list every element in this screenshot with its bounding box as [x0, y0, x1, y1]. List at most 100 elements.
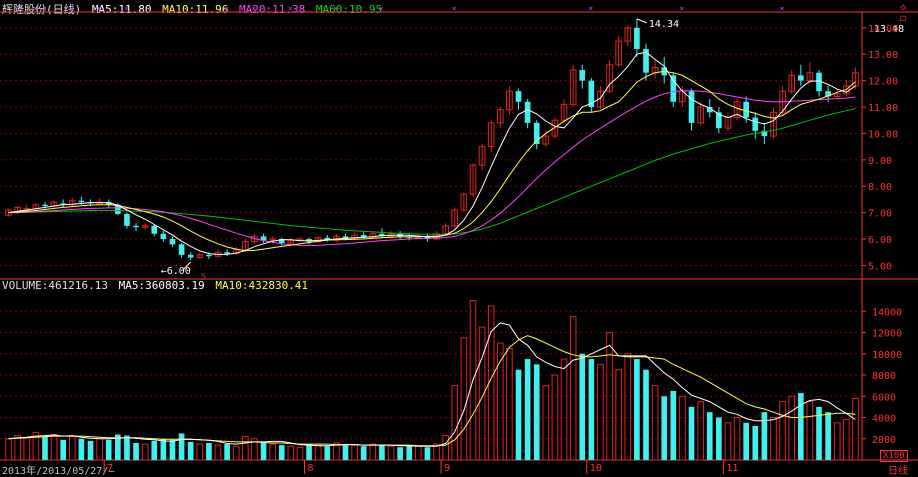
- volume-bar-up: [833, 422, 841, 461]
- event-marker: ×: [679, 4, 684, 13]
- event-marker: ×: [780, 4, 785, 13]
- volume-bar-down: [670, 390, 677, 460]
- candle-body-down: [524, 101, 531, 123]
- volume-tick-label: 10000: [872, 350, 902, 361]
- event-marker: ×: [15, 4, 20, 13]
- volume-bar-up: [96, 437, 103, 461]
- price-tick-label: 7.00: [868, 209, 892, 220]
- volume-bar-up: [214, 444, 222, 461]
- candle-body-down: [42, 204, 48, 207]
- volume-bar-up: [369, 443, 377, 461]
- volume-bar-up: [624, 353, 632, 461]
- volume-bar-down: [324, 446, 331, 460]
- volume-bar-down: [206, 443, 212, 460]
- volume-bar-down: [661, 396, 668, 460]
- volume-bar-down: [424, 447, 431, 460]
- volume-bar-down: [752, 426, 759, 460]
- volume-bar-up: [451, 385, 459, 461]
- volume-bar-up: [724, 422, 732, 461]
- candle-body-down: [634, 27, 640, 49]
- volume-bar-up: [141, 443, 149, 461]
- high-pointer: [636, 18, 648, 24]
- event-marker: ×: [124, 4, 129, 13]
- event-marker: ×: [69, 4, 74, 13]
- volume-bar-down: [342, 444, 349, 460]
- volume-bar-up: [314, 444, 322, 461]
- price-tick-label: 6.00: [868, 235, 892, 246]
- volume-tick-label: 4000: [872, 414, 896, 425]
- candle-body-down: [178, 244, 185, 255]
- event-marker: ×: [379, 4, 384, 13]
- volume-bar-down: [87, 440, 94, 460]
- candle-body-down: [688, 91, 695, 123]
- candle-body-down: [78, 200, 85, 203]
- event-marker: ×: [588, 4, 593, 13]
- volume-bar-down: [643, 369, 649, 460]
- candle-body-down: [224, 252, 230, 254]
- kline-chart-window: 辉隆股份(日线) MA5:11.80 MA10:11.96 MA20:11.38…: [0, 0, 918, 477]
- high-price-label: 14.34: [649, 19, 679, 30]
- event-marker: ×: [97, 4, 102, 13]
- volume-bar-up: [269, 443, 276, 461]
- volume-bar-down: [406, 445, 413, 460]
- candle-body-down: [151, 225, 158, 234]
- volume-bar-down: [825, 412, 831, 460]
- volume-tick-label: 12000: [872, 329, 902, 340]
- volume-bar-down: [588, 359, 595, 460]
- volume-bar-up: [679, 395, 686, 461]
- candle-body-down: [187, 254, 194, 258]
- volume-tick-label: 2000: [872, 435, 896, 446]
- volume-bar-up: [287, 445, 295, 461]
- volume-bar-down: [761, 412, 768, 460]
- price-tick-label: 8.00: [868, 182, 892, 193]
- volume-bar-up: [351, 444, 358, 461]
- volume-bar-up: [597, 363, 604, 461]
- price-tick-label: 10.00: [868, 129, 898, 140]
- volume-bar-up: [843, 419, 850, 461]
- volume-bar-down: [379, 445, 385, 460]
- volume-bar-up: [5, 438, 12, 461]
- volume-bar-up: [651, 385, 659, 461]
- volume-bar-down: [533, 364, 540, 460]
- volume-bar-down: [797, 393, 804, 460]
- volume-bar-down: [579, 353, 586, 460]
- volume-bar-up: [506, 347, 513, 461]
- volume-bar-down: [524, 359, 531, 460]
- volume-bar-up: [788, 395, 796, 461]
- volume-bar-down: [124, 435, 130, 460]
- volume-bar-up: [232, 445, 240, 461]
- event-marker: ×: [251, 4, 256, 13]
- volume-bar-up: [806, 401, 814, 461]
- candle-body-down: [752, 117, 759, 131]
- candle-body-down: [670, 75, 677, 102]
- candle-body-down: [169, 239, 176, 245]
- volume-bar-down: [278, 445, 285, 460]
- volume-bar-down: [78, 438, 85, 460]
- volume-bar-up: [697, 401, 704, 461]
- volume-bar-down: [169, 439, 176, 460]
- chart-canvas: 14.00 13.00 12.00 11.00 10.00 9.00 8.00 7.00 6.0…: [0, 4, 918, 474]
- candle-body-down: [124, 213, 130, 226]
- volume-bar-up: [68, 436, 76, 461]
- month-label: 7: [107, 463, 113, 474]
- price-tick-label: 12.00: [868, 77, 898, 88]
- volume-tick-label: 6000: [872, 392, 896, 403]
- price-tick-label: 11.00: [868, 103, 898, 114]
- volume-bar-down: [105, 439, 112, 460]
- volume-bar-down: [133, 443, 139, 460]
- event-marker: ×: [288, 4, 293, 13]
- volume-ma10-line: [8, 335, 856, 447]
- month-label: 9: [444, 463, 450, 474]
- price-tick-label: 9.00: [868, 156, 892, 167]
- volume-bar-down: [515, 369, 522, 460]
- volume-bar-up: [296, 446, 304, 461]
- price-tick-label: 13.00: [868, 50, 898, 61]
- candle-body-down: [133, 225, 139, 228]
- volume-bar-down: [397, 447, 403, 460]
- volume-bar-up: [852, 397, 859, 461]
- low-marker-label: 5: [201, 273, 206, 283]
- volume-bar-down: [42, 436, 48, 460]
- volume-tick-label: 8000: [872, 371, 896, 382]
- volume-tick-label: 14000: [872, 307, 902, 318]
- event-marker: ×: [224, 4, 229, 13]
